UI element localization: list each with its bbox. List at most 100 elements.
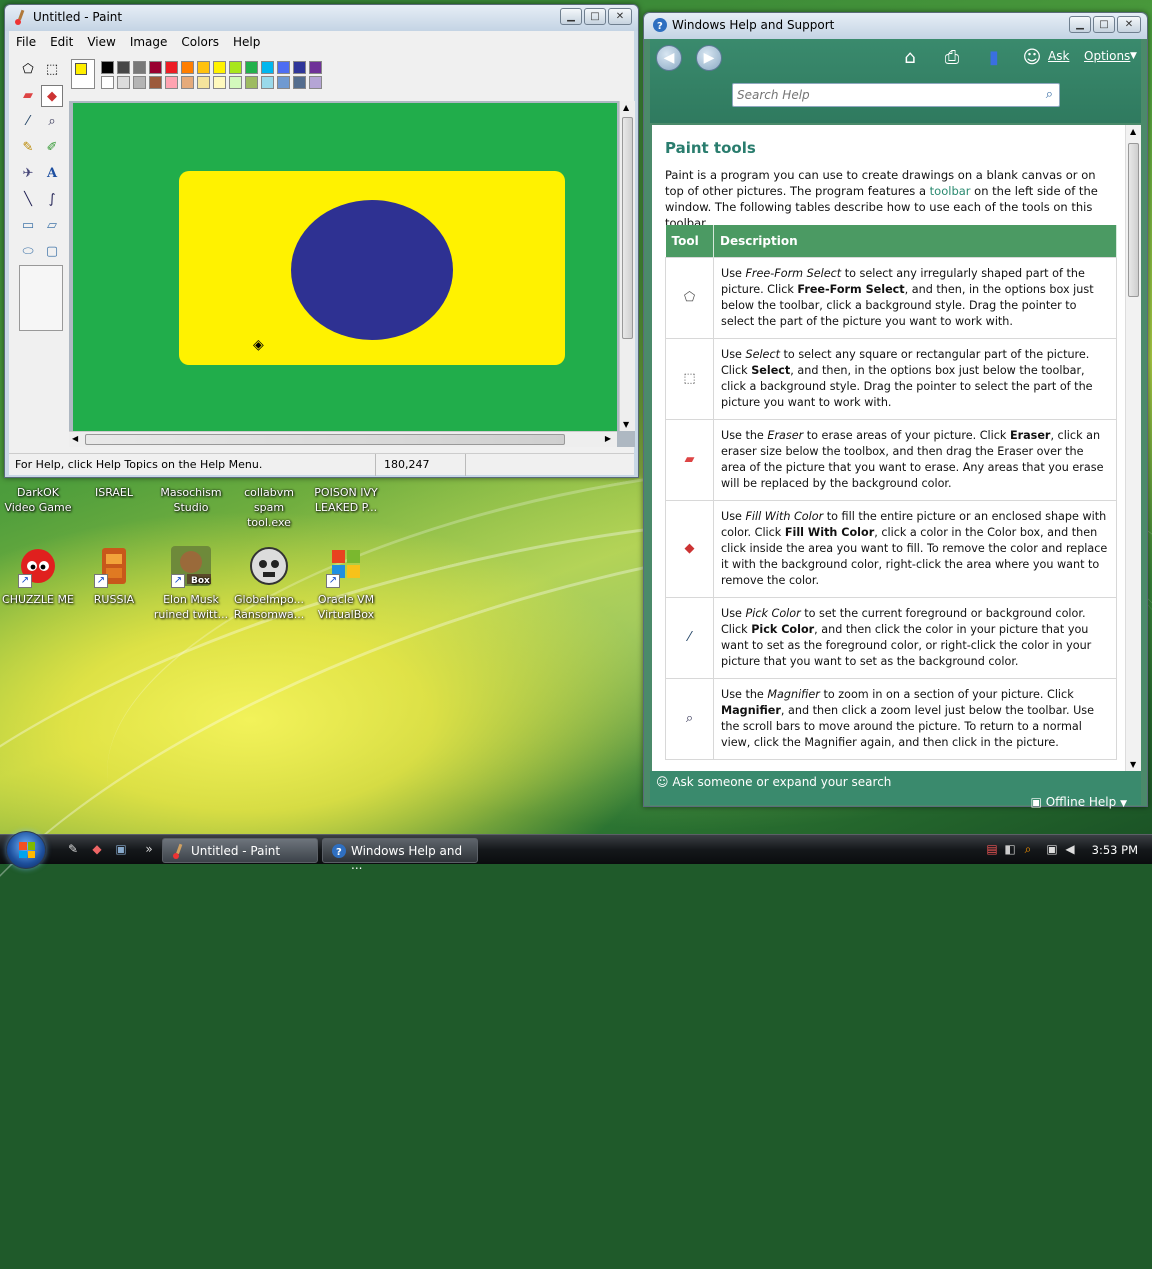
taskbar-button-paint[interactable]: Untitled - Paint [162,838,318,863]
palette-swatch[interactable] [197,61,210,74]
select-tool[interactable]: ⬚ [41,59,63,81]
palette-swatch[interactable] [261,76,274,89]
print-icon[interactable]: ⎙ [940,47,964,69]
desktop-icon-poison-ivy[interactable]: POISON IVY LEAKED P... [308,485,384,515]
palette-swatch[interactable] [277,61,290,74]
tray-language-icon[interactable]: ▤ [984,842,1000,858]
desktop-icon-darkok[interactable]: DarkOK Video Game [0,485,76,515]
menu-edit[interactable]: Edit [43,31,80,53]
scroll-up-icon[interactable]: ▲ [623,103,629,112]
options-menu[interactable]: Options [1084,49,1130,63]
paint-titlebar[interactable]: Untitled - Paint ▁ □ ✕ [5,5,638,31]
palette-swatch[interactable] [213,61,226,74]
palette-swatch[interactable] [149,76,162,89]
palette-swatch[interactable] [117,76,130,89]
airbrush-tool[interactable]: ✈ [17,163,39,185]
drawing-canvas[interactable]: ◈ [73,103,617,431]
palette-swatch[interactable] [245,76,258,89]
scroll-up-icon[interactable]: ▲ [1130,127,1136,136]
tray-network-icon[interactable]: ▣ [1044,842,1060,858]
palette-swatch[interactable] [133,61,146,74]
palette-swatch[interactable] [277,76,290,89]
palette-swatch[interactable] [229,76,242,89]
palette-swatch[interactable] [117,61,130,74]
browse-help-icon[interactable]: ▮ [982,47,1006,69]
menu-image[interactable]: Image [123,31,175,53]
palette-swatch[interactable] [309,76,322,89]
pencil-tool[interactable]: ✎ [17,137,39,159]
palette-swatch[interactable] [293,76,306,89]
search-help-input[interactable] [733,84,1023,106]
palette-swatch[interactable] [133,76,146,89]
eraser-tool[interactable]: ▰ [17,85,39,107]
ellipse-tool[interactable]: ⬭ [17,241,39,263]
forward-button[interactable]: ▶ [696,45,722,71]
desktop-icon-israel[interactable]: ISRAEL [76,485,152,500]
desktop-icon-globeimposter[interactable]: GlobeImpo... Ransomwa... [231,544,307,622]
free-form-select-tool[interactable]: ⬠ [17,59,39,81]
palette-swatch[interactable] [293,61,306,74]
start-button[interactable] [6,831,46,869]
desktop-icon-chuzzle-me[interactable]: ↗ CHUZZLE ME [0,544,76,607]
close-button[interactable]: ✕ [608,8,632,25]
brush-tool[interactable]: ✐ [41,137,63,159]
palette-swatch[interactable] [149,61,162,74]
quicklaunch-more-icon[interactable]: » [140,842,158,858]
ask-people-icon[interactable]: ☺ [1020,47,1044,69]
palette-swatch[interactable] [101,61,114,74]
magnifier-tool[interactable]: ⌕ [41,111,63,133]
rounded-rectangle-tool[interactable]: ▢ [41,241,63,263]
minimize-button[interactable]: ▁ [560,8,582,25]
tool-options-box[interactable] [19,265,63,331]
quicklaunch-paint-icon[interactable]: ✎ [64,842,82,858]
palette-swatch[interactable] [229,61,242,74]
palette-swatch[interactable] [245,61,258,74]
palette-swatch[interactable] [309,61,322,74]
tray-app-icon[interactable]: ◧ [1002,842,1018,858]
palette-swatch[interactable] [181,76,194,89]
canvas-vertical-scrollbar[interactable]: ▲ ▼ [619,101,635,431]
menu-file[interactable]: File [9,31,43,53]
palette-swatch[interactable] [213,76,226,89]
palette-swatch[interactable] [165,61,178,74]
menu-colors[interactable]: Colors [174,31,226,53]
taskbar-button-help[interactable]: ? Windows Help and ... [322,838,478,872]
vertical-scroll-thumb[interactable] [622,117,633,339]
canvas-horizontal-scrollbar[interactable]: ◀ ▶ [69,431,617,447]
polygon-tool[interactable]: ▱ [41,215,63,237]
desktop-icon-russia[interactable]: ↗ RUSSIA [76,544,152,607]
tray-search-icon[interactable]: ⌕ [1020,842,1036,858]
desktop-icon-collabvm-spam-tool[interactable]: collabvm spam tool.exe [231,485,307,530]
desktop-icon-oracle-vm[interactable]: ↗ Oracle VM VirtualBox [308,544,384,622]
quicklaunch-app-icon[interactable]: ◆ [88,842,106,858]
clock[interactable]: 3:53 PM [1092,843,1138,857]
scroll-left-icon[interactable]: ◀ [72,434,78,443]
menu-view[interactable]: View [80,31,122,53]
pick-color-tool[interactable]: ⁄ [17,111,39,133]
current-colors[interactable] [71,59,95,89]
minimize-button[interactable]: ▁ [1069,16,1091,33]
ask-someone-link[interactable]: ☺ Ask someone or expand your search [656,775,891,789]
close-button[interactable]: ✕ [1117,16,1141,33]
desktop-icon-masochism-studio[interactable]: Masochism Studio [153,485,229,515]
palette-swatch[interactable] [165,76,178,89]
line-tool[interactable]: ╲ [17,189,39,211]
desktop-icon-elon-musk[interactable]: Box ↗ Elon Musk ruined twitt... [153,544,229,622]
palette-swatch[interactable] [101,76,114,89]
offline-help-menu[interactable]: ▣ Offline Help ▼ [1031,795,1127,809]
menu-help[interactable]: Help [226,31,267,53]
horizontal-scroll-thumb[interactable] [85,434,565,445]
search-icon[interactable]: ⌕ [1046,87,1053,102]
rectangle-tool[interactable]: ▭ [17,215,39,237]
curve-tool[interactable]: ∫ [41,189,63,211]
toolbar-link[interactable]: toolbar [930,184,971,198]
scroll-down-icon[interactable]: ▼ [623,420,629,429]
quicklaunch-desktop-icon[interactable]: ▣ [112,842,130,858]
help-vertical-scrollbar[interactable]: ▲ ▼ [1125,125,1141,771]
text-tool[interactable]: A [41,163,63,185]
palette-swatch[interactable] [261,61,274,74]
home-icon[interactable]: ⌂ [898,47,922,69]
palette-swatch[interactable] [197,76,210,89]
maximize-button[interactable]: □ [584,8,606,25]
palette-swatch[interactable] [181,61,194,74]
